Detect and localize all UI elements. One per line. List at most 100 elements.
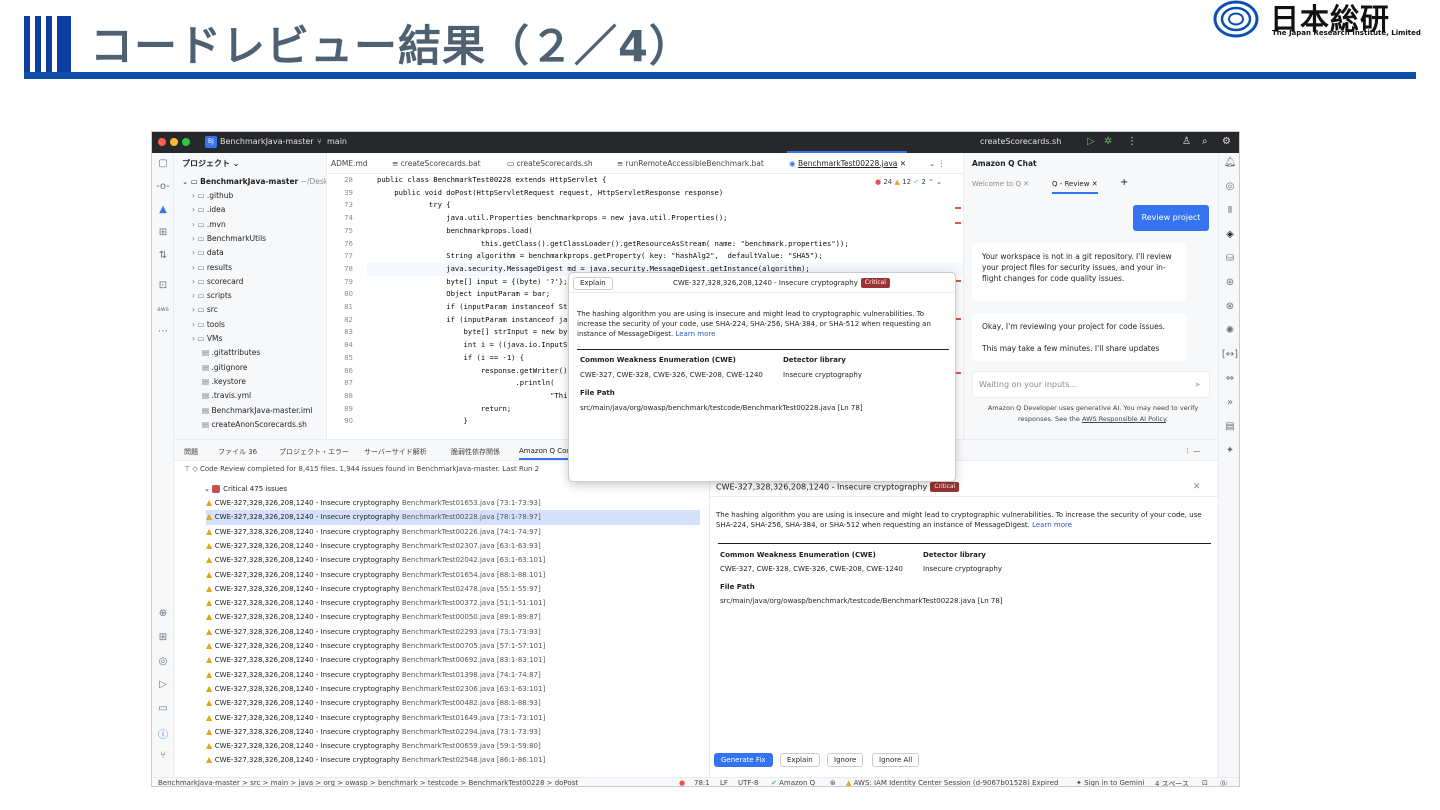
explain-button[interactable]: Explain xyxy=(780,753,820,767)
git-icon[interactable]: ⑂ xyxy=(152,750,174,761)
popup-learn-more-link[interactable]: Learn more xyxy=(675,330,715,338)
finding-row[interactable]: ▲ CWE-327,328,326,208,1240 - Insecure cr… xyxy=(206,582,700,596)
critical-group[interactable]: ⌄ Critical 475 issues xyxy=(204,482,709,496)
tree-item[interactable]: › ▭ data xyxy=(192,246,224,260)
ignore-button[interactable]: Ignore xyxy=(827,753,864,767)
commit-icon[interactable]: -o- xyxy=(152,181,174,192)
pull-requests-icon[interactable]: ⇅ xyxy=(152,250,174,261)
error-stripe-mark[interactable] xyxy=(955,207,961,209)
project-tool-icon[interactable]: ▢ xyxy=(152,158,174,169)
inspection-widget[interactable]: ● 24 ▲ 12 ✓ 2 ⌃ ⌄ xyxy=(875,178,942,186)
tab-runremote[interactable]: ≡ runRemoteAccessibleBenchmark.bat xyxy=(617,159,764,168)
finding-row[interactable]: ▲ CWE-327,328,326,208,1240 - Insecure cr… xyxy=(206,539,700,553)
plugins-icon[interactable]: ⊕ xyxy=(152,608,174,619)
maven-icon[interactable]: ✺ xyxy=(1219,325,1239,336)
finding-row[interactable]: ▲ CWE-327,328,326,208,1240 - Insecure cr… xyxy=(206,753,700,767)
ignore-all-button[interactable]: Ignore All xyxy=(872,753,920,767)
popup-cwe-links[interactable]: CWE-327, CWE-328, CWE-326, CWE-208, CWE-… xyxy=(580,371,763,379)
finding-row[interactable]: ▲ CWE-327,328,326,208,1240 - Insecure cr… xyxy=(206,553,700,567)
add-user-icon[interactable]: ♙ xyxy=(1182,136,1191,147)
terminal-icon[interactable]: ▭ xyxy=(152,703,174,714)
finding-row[interactable]: ▲ CWE-327,328,326,208,1240 - Insecure cr… xyxy=(206,725,700,739)
tab-createscorecards-bat[interactable]: ≡ createScorecards.bat xyxy=(392,159,481,168)
tree-item[interactable]: › ▭ .mvn xyxy=(192,218,226,232)
tool-window-options-icon[interactable]: ⋮ — xyxy=(1184,447,1200,455)
line-separator[interactable]: LF xyxy=(720,779,728,786)
memory-icon[interactable]: ⓪ xyxy=(1220,779,1227,786)
caret-position[interactable]: 78:1 xyxy=(694,779,710,786)
tree-item[interactable]: ▤ .gitattributes xyxy=(202,346,260,360)
tree-item[interactable]: › ▭ .github xyxy=(192,189,233,203)
popup-explain-button[interactable]: Explain xyxy=(573,277,613,290)
project-switcher[interactable]: BenchmarkJava-master xyxy=(220,137,314,146)
tab-vulnerable-deps[interactable]: 脆弱性依存関係 xyxy=(451,447,500,457)
popup-file-path-link[interactable]: src/main/java/org/owasp/benchmark/testco… xyxy=(580,404,863,412)
search-icon[interactable]: ⌕ xyxy=(1202,136,1208,147)
gemini-signin[interactable]: ✦ Sign in to Gemini xyxy=(1076,779,1144,786)
sparkle-icon[interactable]: ✦ xyxy=(1219,445,1239,456)
responsible-ai-link[interactable]: AWS Responsible AI Policy xyxy=(1082,415,1166,423)
cwe-links[interactable]: CWE-327, CWE-328, CWE-326, CWE-208, CWE-… xyxy=(720,565,903,573)
finding-row[interactable]: ▲ CWE-327,328,326,208,1240 - Insecure cr… xyxy=(206,653,700,667)
zoom-window-icon[interactable] xyxy=(182,138,190,146)
notifications-icon[interactable]: 🔔︎ xyxy=(1219,157,1239,168)
status-breadcrumb[interactable]: BenchmarkJava-master > src > main > java… xyxy=(158,779,578,786)
tab-amazon-q-code[interactable]: Amazon Q Code xyxy=(519,447,576,460)
error-stripe-mark[interactable] xyxy=(955,222,961,224)
copilot-icon[interactable]: ◎ xyxy=(1219,181,1239,192)
structure-icon[interactable]: ⊞ xyxy=(152,227,174,238)
tree-item[interactable]: › ▭ tools xyxy=(192,318,225,332)
finding-row[interactable]: ▲ CWE-327,328,326,208,1240 - Insecure cr… xyxy=(206,596,700,610)
run-config-select[interactable]: createScorecards.sh xyxy=(980,137,1061,146)
project-panel-title[interactable]: プロジェクト ⌄ xyxy=(182,158,240,169)
tree-item[interactable]: › ▭ BenchmarkUtils xyxy=(192,232,266,246)
tab-q-review[interactable]: Q - Review ✕ xyxy=(1052,180,1098,194)
finding-row[interactable]: ▲ CWE-327,328,326,208,1240 - Insecure cr… xyxy=(206,682,700,696)
run-tool-icon[interactable]: ▷ xyxy=(152,679,174,690)
tab-overflow-icon[interactable]: ⌄ ⋮ xyxy=(929,159,945,168)
finding-row[interactable]: ▲ CWE-327,328,326,208,1240 - Insecure cr… xyxy=(206,496,700,510)
send-icon[interactable]: ➤ xyxy=(1194,372,1201,397)
tab-problems[interactable]: 問題 xyxy=(184,447,198,457)
indent-setting[interactable]: 4 スペース xyxy=(1155,779,1189,786)
minimize-window-icon[interactable] xyxy=(170,138,178,146)
ai-status-icon[interactable]: ⊛ xyxy=(830,779,836,786)
new-tab-icon[interactable]: + xyxy=(1120,177,1128,188)
tree-item[interactable]: ▤ .travis.yml xyxy=(202,389,251,403)
tab-createscorecards-sh[interactable]: ▭ createScorecards.sh xyxy=(507,159,593,168)
debug-icon[interactable]: ✲ xyxy=(1104,136,1112,147)
close-detail-icon[interactable]: ✕ xyxy=(1193,482,1201,492)
tree-item[interactable]: ▤ BenchmarkJava-master.iml xyxy=(202,404,312,418)
amazon-q-icon[interactable]: ◈ xyxy=(1219,229,1239,240)
aws-icon[interactable]: aws xyxy=(152,306,174,313)
tab-benchmarktest00228[interactable]: ◉ BenchmarkTest00228.java ✕ xyxy=(789,159,906,168)
gradle-icon[interactable]: ⊗ xyxy=(1219,301,1239,312)
finding-row[interactable]: ▲ CWE-327,328,326,208,1240 - Insecure cr… xyxy=(206,639,700,653)
file-encoding[interactable]: UTF-8 xyxy=(738,779,758,786)
file-path-link[interactable]: src/main/java/org/owasp/benchmark/testco… xyxy=(720,597,1003,605)
tree-item[interactable]: ▤ .gitignore xyxy=(202,361,247,375)
finding-row[interactable]: ▲ CWE-327,328,326,208,1240 - Insecure cr… xyxy=(206,525,700,539)
tree-item[interactable]: › ▭ src xyxy=(192,303,218,317)
generate-fix-button[interactable]: Generate Fix xyxy=(714,753,773,767)
bookmarks-icon[interactable]: ⊡ xyxy=(152,280,174,291)
more-tools-icon[interactable]: ⋯ xyxy=(152,326,174,337)
problems-icon[interactable]: ⓘ xyxy=(152,726,174,741)
tab-project-errors[interactable]: プロジェクト・エラー xyxy=(279,447,349,457)
aws-toolkit-icon[interactable]: ▲ xyxy=(152,204,174,215)
tab-welcome-to-q[interactable]: Welcome to Q ✕ xyxy=(972,180,1029,188)
tab-server-analysis[interactable]: サーバーサイド解析 xyxy=(364,447,427,457)
finding-row[interactable]: ▲ CWE-327,328,326,208,1240 - Insecure cr… xyxy=(206,711,700,725)
settings-gear-icon[interactable]: ⚙ xyxy=(1222,136,1231,147)
learn-more-link[interactable]: Learn more xyxy=(1032,521,1072,529)
close-window-icon[interactable] xyxy=(158,138,166,146)
tree-item[interactable]: ▤ createAnonScorecards.sh xyxy=(202,418,307,432)
tree-item[interactable]: › ▭ scripts xyxy=(192,289,232,303)
aws-session-status[interactable]: ▲ AWS: IAM Identity Center Session (d-90… xyxy=(846,779,1058,786)
popup-detector-link[interactable]: Insecure cryptography xyxy=(783,371,862,379)
tree-item[interactable]: › ▭ results xyxy=(192,261,232,275)
finding-row[interactable]: ▲ CWE-327,328,326,208,1240 - Insecure cr… xyxy=(206,568,700,582)
structure-right-icon[interactable]: Ⅱ xyxy=(1219,205,1239,216)
tree-root[interactable]: ⌄ ▭ BenchmarkJava-master ~/Deskt xyxy=(182,175,326,189)
services-icon[interactable]: ⊞ xyxy=(152,632,174,643)
